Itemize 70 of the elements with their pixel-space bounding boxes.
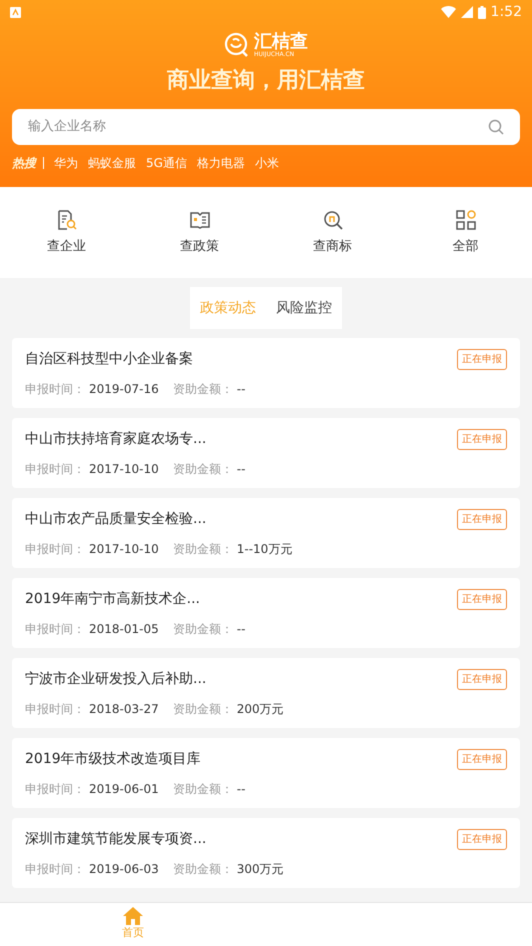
amount-value: -- xyxy=(236,620,246,638)
date-label: 申报时间： xyxy=(25,460,85,478)
policy-title: 中山市农产品质量安全检验... xyxy=(25,510,206,528)
date-value: 2017-10-10 xyxy=(89,540,159,558)
amount-value: -- xyxy=(236,380,246,398)
policy-card[interactable]: 中山市扶持培育家庭农场专... 正在申报 申报时间： 2017-10-10 资助金额： -- xyxy=(12,418,520,488)
policy-title: 深圳市建筑节能发展专项资... xyxy=(25,830,206,848)
date-label: 申报时间： xyxy=(25,700,85,718)
policy-card[interactable]: 宁波市企业研发投入后补助... 正在申报 申报时间： 2018-03-27 资助金额： 200万元 xyxy=(12,658,520,728)
search-placeholder: 输入企业名称 xyxy=(28,118,106,136)
home-icon xyxy=(123,907,143,926)
logo-icon xyxy=(224,32,250,58)
status-tag: 正在申报 xyxy=(457,508,507,530)
status-tag: 正在申报 xyxy=(457,428,507,450)
status-tag: 正在申报 xyxy=(457,348,507,370)
magnifier-icon xyxy=(322,208,344,231)
policy-card[interactable]: 2019年南宁市高新技术企... 正在申报 申报时间： 2018-01-05 资助金额： -- xyxy=(12,578,520,648)
shortcut-label[interactable]: 查商标 xyxy=(313,236,352,256)
document-search-icon xyxy=(56,208,78,231)
search-field[interactable]: 输入企业名称 xyxy=(12,109,520,145)
status-tag: 正在申报 xyxy=(457,748,507,770)
policy-title: 2019年市级技术改造项目库 xyxy=(25,750,201,768)
shortcut-label[interactable]: 全部 xyxy=(452,236,478,256)
wifi-icon xyxy=(440,6,456,18)
grid-icon xyxy=(454,208,476,231)
amount-value: 200万元 xyxy=(236,700,284,718)
policy-title: 中山市扶持培育家庭农场专... xyxy=(25,430,206,448)
shortcut-label[interactable]: 查企业 xyxy=(47,236,86,256)
policy-card[interactable]: 中山市农产品质量安全检验... 正在申报 申报时间： 2017-10-10 资助金额： 1--10万元 xyxy=(12,498,520,568)
tab[interactable]: 风险监控 xyxy=(276,298,332,318)
date-value: 2019-06-01 xyxy=(89,780,159,798)
status-tag: 正在申报 xyxy=(457,668,507,690)
policy-card[interactable]: 2019年市级技术改造项目库 正在申报 申报时间： 2019-06-01 资助金额： -- xyxy=(12,738,520,808)
amount-value: 300万元 xyxy=(236,860,284,878)
status-time: 1:52 xyxy=(490,2,522,22)
date-value: 2019-07-16 xyxy=(89,380,159,398)
amount-value: -- xyxy=(236,780,246,798)
date-label: 申报时间： xyxy=(25,380,85,398)
amount-label: 资助金额： xyxy=(172,860,233,878)
slogan: 商业查询，用汇桔查 xyxy=(166,67,366,95)
search-icon[interactable] xyxy=(488,119,504,135)
date-label: 申报时间： xyxy=(25,540,85,558)
amount-label: 资助金额： xyxy=(172,780,233,798)
amount-label: 资助金额： xyxy=(172,460,233,478)
policy-card[interactable]: 自治区科技型中小企业备案 正在申报 申报时间： 2019-07-16 资助金额： -- xyxy=(12,338,520,408)
logo-name: 汇桔查 xyxy=(254,32,308,50)
amount-value: 1--10万元 xyxy=(236,540,292,558)
policy-card[interactable]: 深圳市建筑节能发展专项资... 正在申报 申报时间： 2019-06-03 资助金额： 300万元 xyxy=(12,818,520,888)
signal-icon xyxy=(460,6,473,18)
date-value: 2017-10-10 xyxy=(89,460,159,478)
amount-label: 资助金额： xyxy=(172,700,233,718)
date-value: 2018-01-05 xyxy=(89,620,159,638)
policy-title: 自治区科技型中小企业备案 xyxy=(25,350,193,368)
date-value: 2018-03-27 xyxy=(89,700,159,718)
shortcut-label[interactable]: 查政策 xyxy=(180,236,219,256)
hot-search-label: 热搜 xyxy=(12,157,44,169)
amount-label: 资助金额： xyxy=(172,620,233,638)
notification-icon xyxy=(10,6,21,18)
date-label: 申报时间： xyxy=(25,620,85,638)
battery-icon xyxy=(478,6,486,18)
status-tag: 正在申报 xyxy=(457,828,507,850)
policy-title: 宁波市企业研发投入后补助... xyxy=(25,670,206,688)
policy-title: 2019年南宁市高新技术企... xyxy=(25,590,200,608)
amount-label: 资助金额： xyxy=(172,380,233,398)
date-label: 申报时间： xyxy=(25,780,85,798)
date-label: 申报时间： xyxy=(25,860,85,878)
amount-label: 资助金额： xyxy=(172,540,233,558)
status-tag: 正在申报 xyxy=(457,588,507,610)
amount-value: -- xyxy=(236,460,246,478)
date-value: 2019-06-03 xyxy=(89,860,159,878)
